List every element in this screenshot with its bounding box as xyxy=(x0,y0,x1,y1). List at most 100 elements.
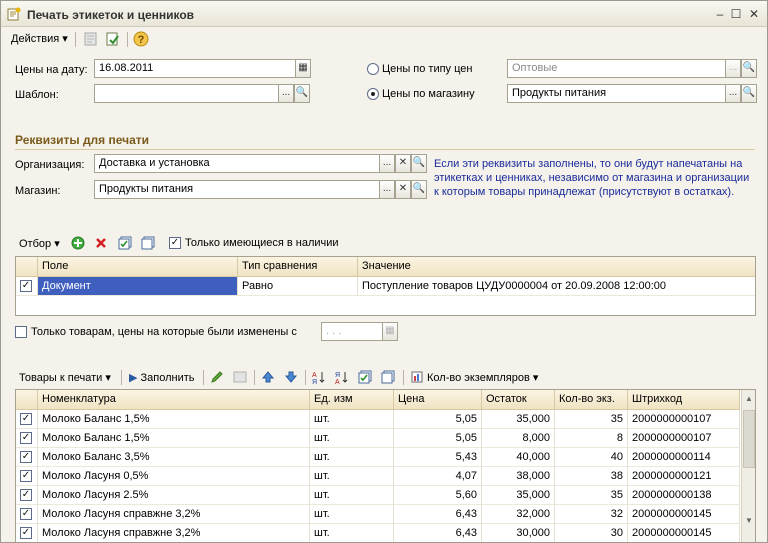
sort-desc-icon[interactable]: Я A xyxy=(335,370,349,384)
goods-cell-qty[interactable]: 35 xyxy=(555,410,628,429)
goods-cell-price[interactable]: 4,07 xyxy=(394,467,482,486)
uncheck-all-icon[interactable] xyxy=(141,236,155,250)
goods-row-checkbox[interactable]: ✓ xyxy=(20,527,32,539)
goods-cell-barcode[interactable]: 2000000000107 xyxy=(628,429,740,448)
goods-cell-qty[interactable]: 30 xyxy=(555,524,628,542)
maximize-icon[interactable]: ☐ xyxy=(729,7,743,21)
goods-cell-price[interactable]: 6,43 xyxy=(394,524,482,542)
org-select-icon[interactable]: ... xyxy=(379,154,395,173)
goods-cell-unit[interactable]: шт. xyxy=(310,505,394,524)
goods-cell-barcode[interactable]: 2000000000114 xyxy=(628,448,740,467)
edit-icon[interactable] xyxy=(210,370,224,384)
scroll-up-icon[interactable]: ▲ xyxy=(742,392,755,406)
goods-cell-qty[interactable]: 8 xyxy=(555,429,628,448)
changed-prices-date-field[interactable]: . . . xyxy=(321,322,383,341)
goods-row-checkbox[interactable]: ✓ xyxy=(20,470,32,482)
goods-cell-barcode[interactable]: 2000000000145 xyxy=(628,505,740,524)
filter-row-checkbox[interactable]: ✓ xyxy=(20,280,32,292)
goods-cell-stock[interactable]: 35,000 xyxy=(482,486,555,505)
delete-icon[interactable] xyxy=(94,236,108,250)
goods-cell-name[interactable]: Молоко Баланс 1,5% xyxy=(38,429,310,448)
date-field[interactable]: 16.08.2011 xyxy=(94,59,296,78)
goods-cell-price[interactable]: 5,43 xyxy=(394,448,482,467)
goods-row-checkbox[interactable]: ✓ xyxy=(20,451,32,463)
goods-cell-unit[interactable]: шт. xyxy=(310,429,394,448)
store-clear-icon[interactable]: ✕ xyxy=(395,180,411,199)
price-type-select-icon[interactable]: ... xyxy=(725,59,741,78)
goods-cell-price[interactable]: 5,60 xyxy=(394,486,482,505)
goods-row[interactable]: ✓ Молоко Баланс 1,5% шт. 5,05 8,000 8 20000000… xyxy=(16,429,741,448)
store-prices-open-icon[interactable]: 🔍 xyxy=(741,84,757,103)
store-prices-select-icon[interactable]: ... xyxy=(725,84,741,103)
goods-cell-stock[interactable]: 40,000 xyxy=(482,448,555,467)
goods-cell-stock[interactable]: 8,000 xyxy=(482,429,555,448)
goods-row-checkbox[interactable]: ✓ xyxy=(20,413,32,425)
print-icon[interactable] xyxy=(105,31,121,47)
goods-cell-unit[interactable]: шт. xyxy=(310,486,394,505)
goods-cell-barcode[interactable]: 2000000000145 xyxy=(628,524,740,542)
goods-row[interactable]: ✓ Молоко Ласуня справжне 3,2% шт. 6,43 30,00… xyxy=(16,524,741,542)
filter-row-compare[interactable]: Равно xyxy=(238,277,358,296)
goods-cell-qty[interactable]: 40 xyxy=(555,448,628,467)
org-open-icon[interactable]: 🔍 xyxy=(411,154,427,173)
goods-cell-name[interactable]: Молоко Ласуня 0,5% xyxy=(38,467,310,486)
filter-row-value[interactable]: Поступление товаров ЦУДУ0000004 от 20.09… xyxy=(358,277,755,296)
close-icon[interactable]: ✕ xyxy=(747,7,761,21)
goods-cell-name[interactable]: Молоко Баланс 1,5% xyxy=(38,410,310,429)
goods-row-checkbox[interactable]: ✓ xyxy=(20,489,32,501)
goods-cell-name[interactable]: Молоко Ласуня справжне 3,2% xyxy=(38,524,310,542)
filter-row[interactable]: ✓ Документ Равно Поступление товаров ЦУД… xyxy=(16,277,755,296)
check-all-goods-icon[interactable] xyxy=(358,370,372,384)
goods-cell-unit[interactable]: шт. xyxy=(310,410,394,429)
store-prices-radio[interactable] xyxy=(367,88,379,100)
goods-cell-stock[interactable]: 35,000 xyxy=(482,410,555,429)
scroll-down-icon[interactable]: ▼ xyxy=(742,514,755,528)
goods-row[interactable]: ✓ Молоко Баланс 3,5% шт. 5,43 40,000 40 200000… xyxy=(16,448,741,467)
changed-prices-checkbox[interactable] xyxy=(15,326,27,338)
price-type-open-icon[interactable]: 🔍 xyxy=(741,59,757,78)
goods-cell-unit[interactable]: шт. xyxy=(310,467,394,486)
store-field[interactable]: Продукты питания xyxy=(94,180,380,199)
template-open-icon[interactable]: 🔍 xyxy=(294,84,310,103)
copy-icon[interactable] xyxy=(233,370,247,384)
goods-cell-stock[interactable]: 30,000 xyxy=(482,524,555,542)
sort-asc-icon[interactable]: A Я xyxy=(312,370,326,384)
goods-row-checkbox[interactable]: ✓ xyxy=(20,432,32,444)
store-prices-field[interactable]: Продукты питания xyxy=(507,84,726,103)
goods-cell-qty[interactable]: 35 xyxy=(555,486,628,505)
goods-row[interactable]: ✓ Молоко Ласуня справжне 3,2% шт. 6,43 32,00… xyxy=(16,505,741,524)
goods-cell-barcode[interactable]: 2000000000138 xyxy=(628,486,740,505)
goods-scrollbar[interactable]: ▲ ▼ xyxy=(741,390,755,542)
goods-row[interactable]: ✓ Молоко Ласуня 2.5% шт. 5,60 35,000 35 200000… xyxy=(16,486,741,505)
help-icon[interactable]: ? xyxy=(133,31,149,47)
add-icon[interactable] xyxy=(71,236,85,250)
goods-cell-price[interactable]: 5,05 xyxy=(394,410,482,429)
only-in-stock-checkbox[interactable]: ✓ xyxy=(169,237,181,249)
goods-row[interactable]: ✓ Молоко Ласуня 0,5% шт. 4,07 38,000 38 200000… xyxy=(16,467,741,486)
check-all-icon[interactable] xyxy=(118,236,132,250)
uncheck-all-goods-icon[interactable] xyxy=(381,370,395,384)
goods-menu[interactable]: Товары к печати ▾ xyxy=(19,371,111,384)
minimize-icon[interactable]: – xyxy=(713,7,727,21)
actions-menu[interactable]: Действия ▾ xyxy=(11,32,68,45)
template-field[interactable] xyxy=(94,84,279,103)
goods-cell-name[interactable]: Молоко Ласуня справжне 3,2% xyxy=(38,505,310,524)
goods-cell-name[interactable]: Молоко Ласуня 2.5% xyxy=(38,486,310,505)
org-clear-icon[interactable]: ✕ xyxy=(395,154,411,173)
changed-prices-calendar-icon[interactable]: ▦ xyxy=(382,322,398,341)
filter-menu[interactable]: Отбор ▾ xyxy=(19,237,60,250)
store-select-icon[interactable]: ... xyxy=(379,180,395,199)
goods-cell-price[interactable]: 6,43 xyxy=(394,505,482,524)
print-preview-icon[interactable] xyxy=(83,31,99,47)
price-type-field[interactable]: Оптовые xyxy=(507,59,726,78)
fill-button[interactable]: ▶ Заполнить xyxy=(129,371,195,384)
goods-cell-name[interactable]: Молоко Баланс 3,5% xyxy=(38,448,310,467)
goods-row[interactable]: ✓ Молоко Баланс 1,5% шт. 5,05 35,000 35 200000… xyxy=(16,410,741,429)
filter-row-field[interactable]: Документ xyxy=(38,277,238,296)
move-up-icon[interactable] xyxy=(261,370,275,384)
goods-cell-barcode[interactable]: 2000000000107 xyxy=(628,410,740,429)
price-type-radio[interactable] xyxy=(367,63,379,75)
scroll-thumb[interactable] xyxy=(743,410,755,468)
goods-cell-barcode[interactable]: 2000000000121 xyxy=(628,467,740,486)
goods-cell-unit[interactable]: шт. xyxy=(310,524,394,542)
